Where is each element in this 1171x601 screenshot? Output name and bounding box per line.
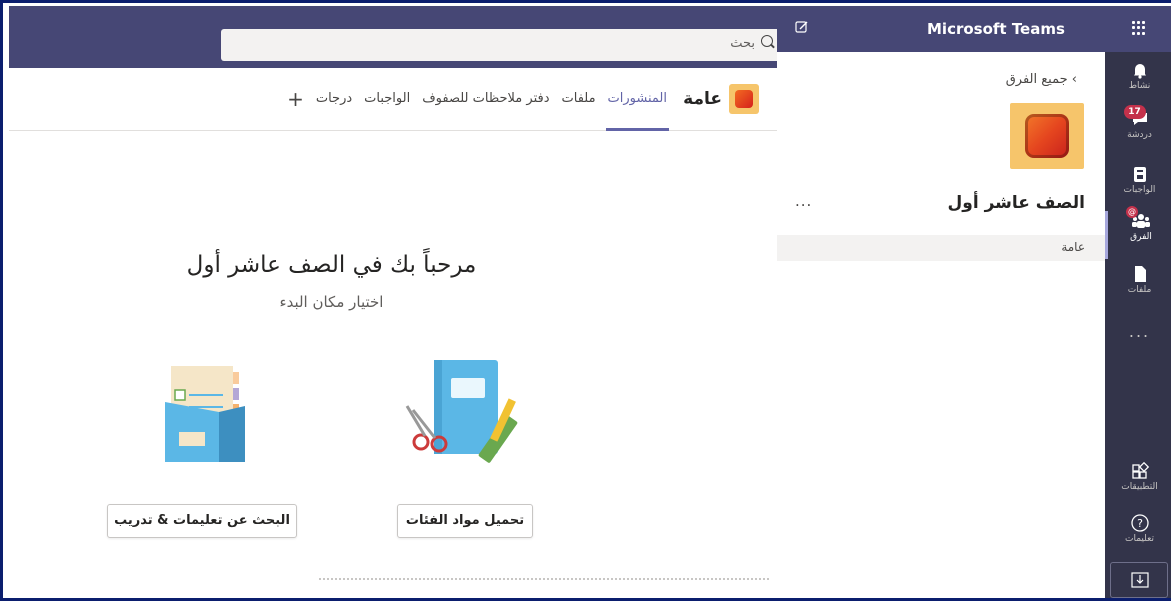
channel-title: عامة [683, 89, 722, 109]
upload-class-materials-button[interactable]: تحميل مواد الفئات [397, 504, 533, 538]
chevron-left-icon: ‹ [1071, 72, 1077, 87]
rail-label: ملفات [1127, 285, 1152, 295]
download-app-button[interactable] [1110, 562, 1168, 598]
rail-label: تعليمات [1125, 534, 1154, 544]
channel-item-general[interactable]: عامة [777, 235, 1105, 261]
welcome-title: مرحباً بك في الصف عاشر أول [186, 252, 477, 278]
rail-item-activity[interactable]: نشاط [1105, 60, 1171, 108]
welcome-subtitle: اختيار مكان البدء [279, 293, 384, 311]
apps-icon [1131, 461, 1149, 479]
channel-item-label: عامة [1061, 240, 1085, 254]
add-tab-button[interactable]: + [285, 89, 306, 109]
tab-posts[interactable]: المنشورات [605, 91, 670, 131]
team-panel: Microsoft Teams جميع الفرق ‹ الصف عاشر أ… [777, 6, 1106, 598]
rail-label: الفرق [1130, 232, 1152, 242]
app-rail: نشاط 17 دردشة الواجبات @ الفرق ملفات ... [1105, 6, 1171, 598]
help-icon: ? [1130, 514, 1149, 532]
compose-area-hint [319, 578, 769, 586]
tab-class-notebook[interactable]: دفتر ملاحظات للصفوف [420, 91, 551, 107]
tab-strip: المنشورات ملفات دفتر ملاحظات للصفوف الوا… [285, 89, 670, 131]
search-icon [761, 35, 773, 47]
notebook-illustration [405, 360, 518, 463]
download-icon [1131, 572, 1149, 588]
chat-badge: 17 [1123, 105, 1146, 119]
rail-item-apps[interactable]: التطبيقات [1105, 461, 1171, 509]
svg-text:?: ? [1137, 517, 1143, 530]
main-pane: بحث عامة المنشورات ملفات دفتر ملاحظات لل… [9, 6, 777, 598]
files-icon [1134, 266, 1146, 282]
compose-icon[interactable] [795, 20, 809, 34]
more-apps-icon[interactable]: ... [1105, 322, 1171, 341]
rail-item-chat[interactable]: 17 دردشة [1105, 105, 1171, 157]
app-launcher-icon[interactable] [1132, 21, 1146, 35]
search-input[interactable]: بحث [730, 36, 755, 51]
rail-header [1105, 6, 1171, 52]
assignments-icon [1133, 167, 1146, 182]
rail-item-help[interactable]: ? تعليمات [1105, 513, 1171, 561]
top-bar: بحث [9, 6, 777, 68]
rail-label: نشاط [1128, 81, 1151, 91]
rail-label: الواجبات [1123, 185, 1156, 195]
tab-files[interactable]: ملفات [560, 91, 598, 107]
rail-item-assignments[interactable]: الواجبات [1105, 164, 1171, 212]
tab-grades[interactable]: درجات [314, 91, 354, 107]
app-title: Microsoft Teams [927, 20, 1065, 38]
rail-item-teams[interactable]: @ الفرق [1105, 206, 1171, 259]
panel-header: Microsoft Teams [777, 6, 1105, 52]
window-frame: بحث عامة المنشورات ملفات دفتر ملاحظات لل… [0, 0, 1171, 601]
folder-illustration [165, 366, 245, 462]
rail-label: دردشة [1127, 130, 1152, 140]
team-logo [1010, 103, 1084, 169]
search-box[interactable]: بحث [221, 29, 777, 61]
back-label: جميع الفرق [1005, 72, 1068, 87]
team-logo-small [729, 84, 759, 114]
help-training-button[interactable]: البحث عن تعليمات & تدريب [107, 504, 297, 538]
team-name: الصف عاشر أول [947, 193, 1085, 213]
rail-item-files[interactable]: ملفات [1105, 264, 1171, 312]
channel-header: عامة المنشورات ملفات دفتر ملاحظات للصفوف… [9, 68, 777, 131]
rail-label: التطبيقات [1121, 482, 1158, 492]
all-teams-link[interactable]: جميع الفرق ‹ [1006, 72, 1083, 87]
more-options-icon[interactable]: ... [795, 192, 812, 210]
mention-badge: @ [1126, 206, 1138, 218]
bell-icon [1133, 64, 1146, 79]
tab-assignments[interactable]: الواجبات [362, 91, 412, 107]
